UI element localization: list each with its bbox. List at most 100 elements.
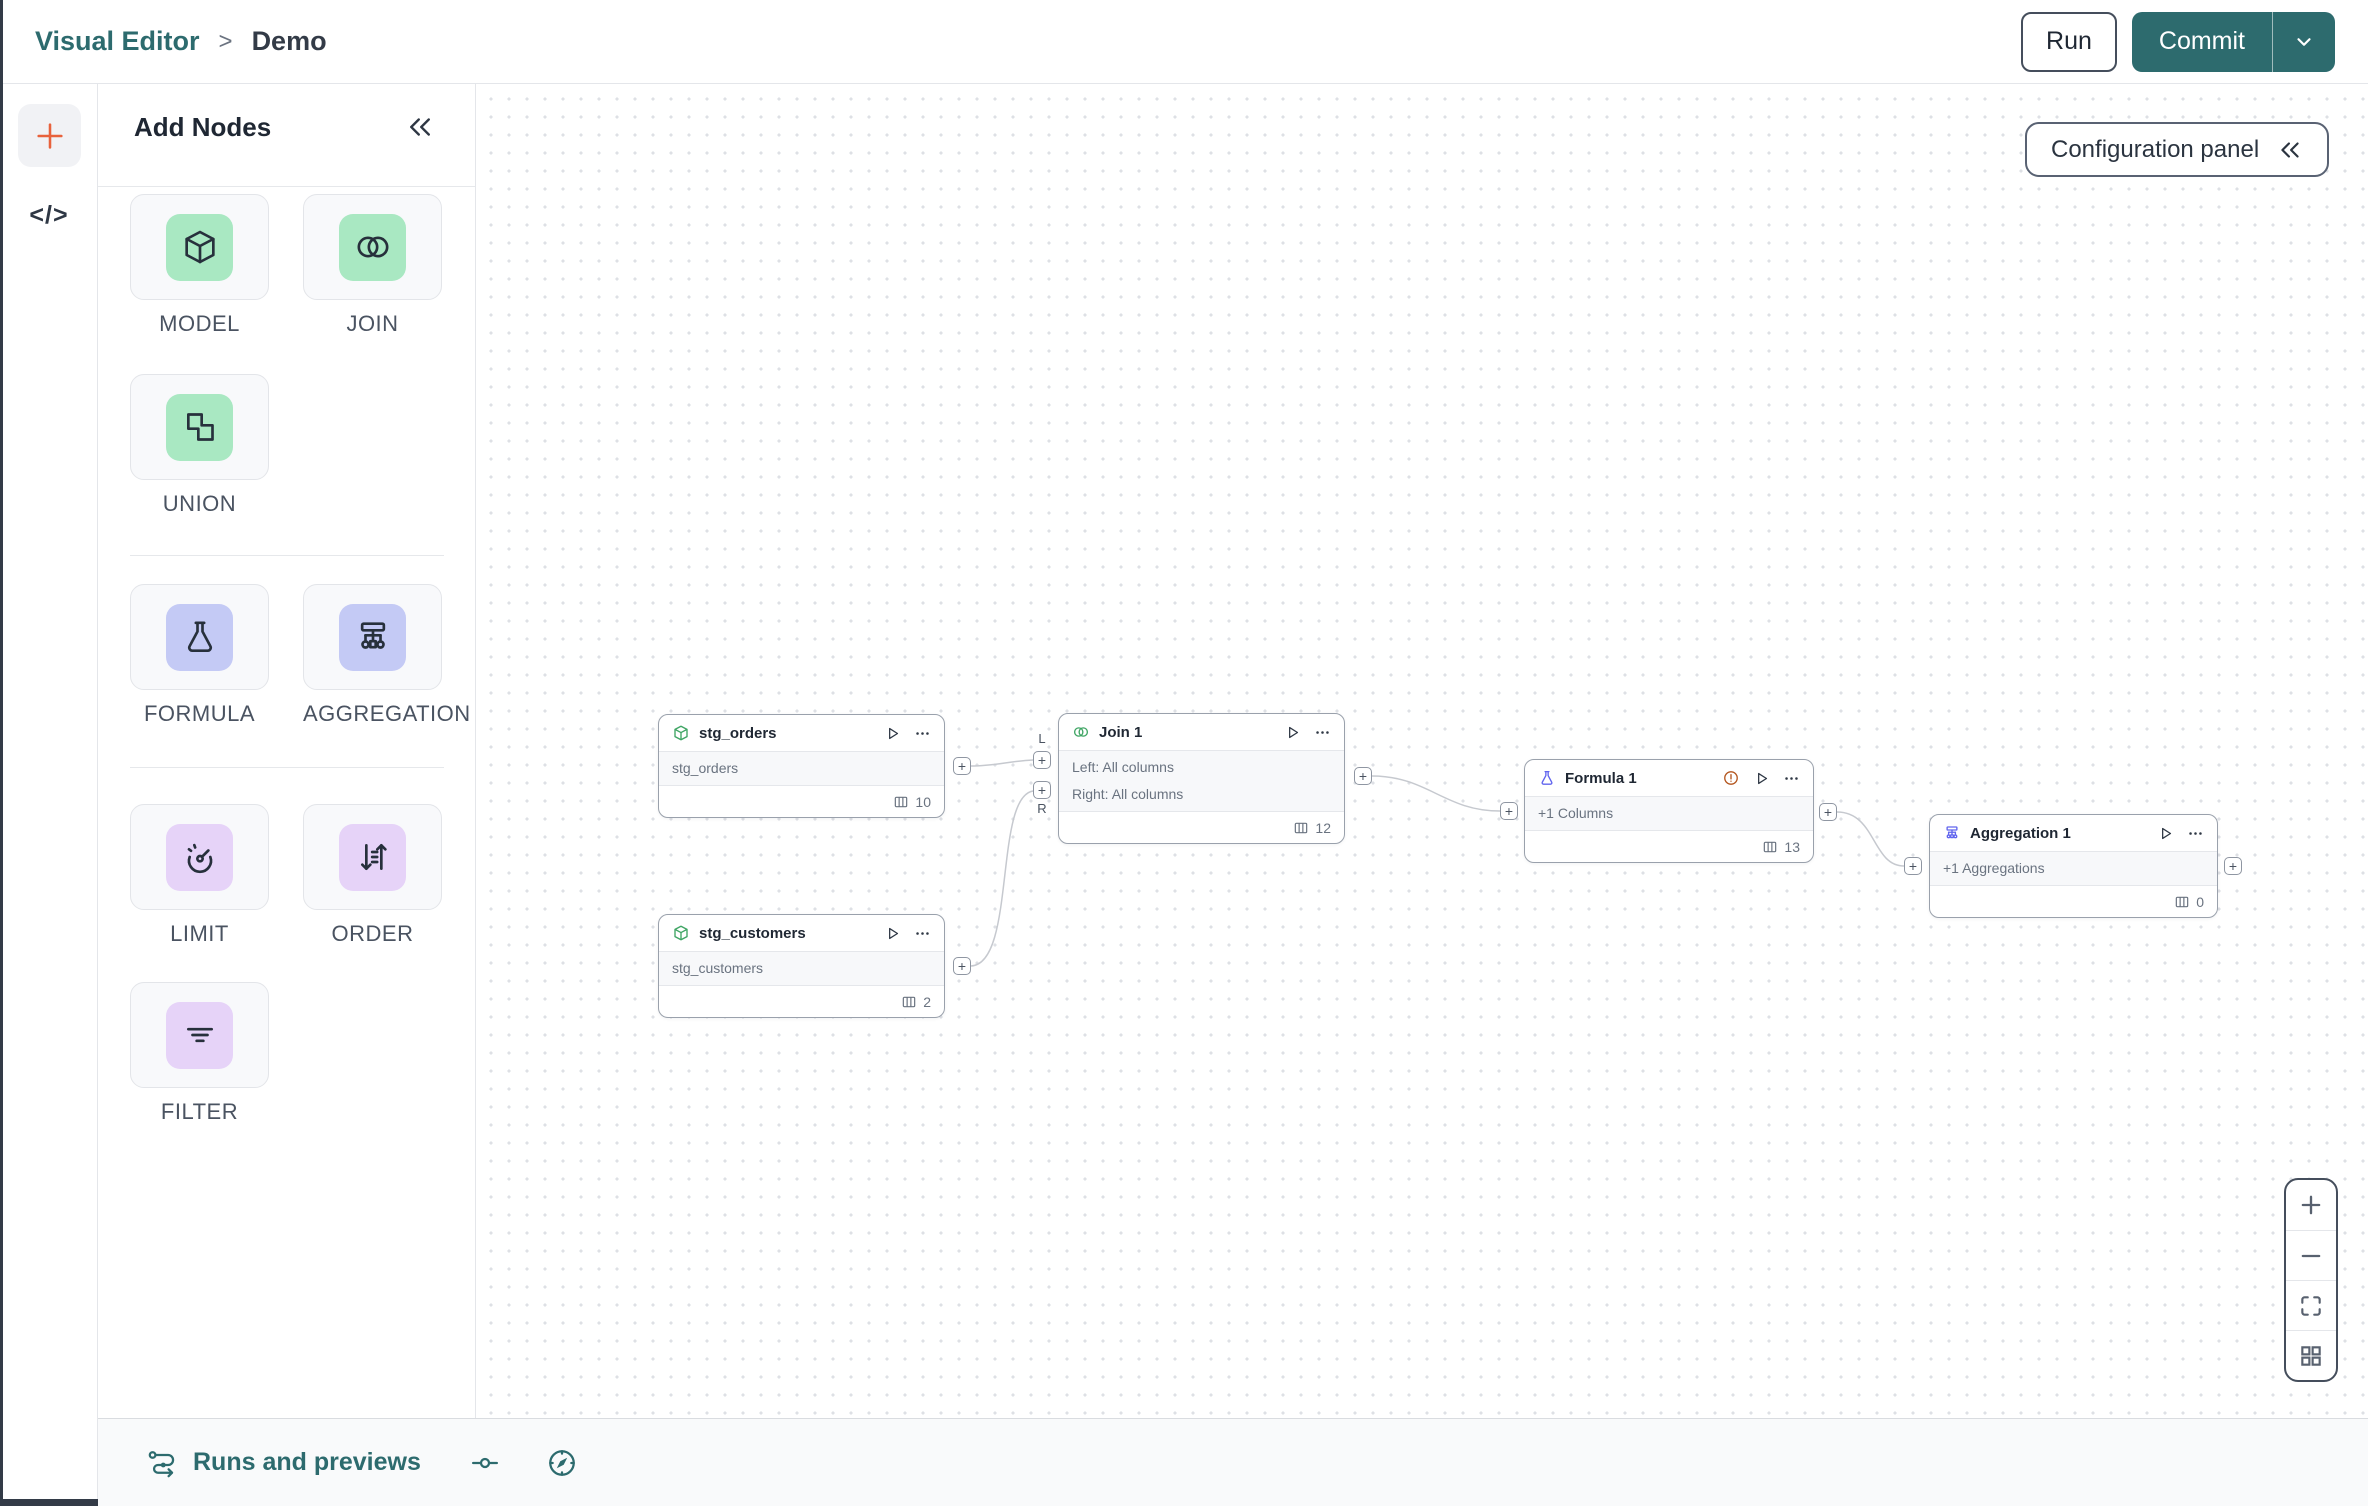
node-title: stg_customers xyxy=(699,924,806,942)
node-title: Formula 1 xyxy=(1565,769,1637,787)
more-options-icon[interactable] xyxy=(2187,825,2204,842)
sort-icon xyxy=(339,823,406,891)
run-button[interactable]: Run xyxy=(2021,11,2117,72)
zoom-out-button[interactable] xyxy=(2286,1230,2336,1280)
runs-and-previews-tab[interactable]: Runs and previews xyxy=(147,1447,421,1479)
node-footer: 13 xyxy=(1525,831,1813,862)
node-body-line: stg_orders xyxy=(672,760,739,776)
chevron-down-icon xyxy=(2297,37,2311,46)
play-icon[interactable] xyxy=(1284,724,1301,741)
node-body: +1 Columns xyxy=(1525,796,1813,831)
handle-aggregation-output[interactable]: + xyxy=(2224,857,2242,875)
git-commit-icon xyxy=(471,1457,498,1468)
window-bottom-edge xyxy=(0,1499,98,1506)
grid-icon xyxy=(2301,1345,2321,1366)
flask-icon xyxy=(166,603,233,671)
plus-icon xyxy=(2301,1195,2321,1215)
union-icon xyxy=(166,393,233,461)
code-icon: </> xyxy=(29,200,69,229)
tile-join-card xyxy=(303,194,442,300)
node-body-line: Left: All columns xyxy=(1072,759,1174,775)
handle-join-left-input[interactable]: + xyxy=(1033,751,1051,769)
handle-stg-orders-output[interactable]: + xyxy=(953,757,971,775)
explore-button[interactable] xyxy=(546,1447,578,1479)
tile-order[interactable]: ORDER xyxy=(303,804,442,947)
breadcrumb-visual-editor[interactable]: Visual Editor xyxy=(35,26,200,57)
sitemap-icon xyxy=(1946,826,1958,839)
play-icon[interactable] xyxy=(884,725,901,742)
more-options-icon[interactable] xyxy=(1314,724,1331,741)
configuration-panel-button[interactable]: Configuration panel xyxy=(2025,122,2330,177)
commit-graph-button[interactable] xyxy=(470,1448,500,1478)
tile-formula[interactable]: FORMULA xyxy=(130,584,269,727)
node-actions xyxy=(1284,724,1331,741)
node-stg-orders[interactable]: stg_orders stg_orders 10 xyxy=(658,714,945,818)
more-options-icon[interactable] xyxy=(914,725,931,742)
columns-icon xyxy=(2175,896,2189,907)
flow-canvas[interactable]: Configuration panel stg_orders stg_order… xyxy=(476,84,2368,1418)
play-icon[interactable] xyxy=(884,925,901,942)
node-stg-customers[interactable]: stg_customers stg_customers 2 xyxy=(658,914,945,1018)
commit-dropdown-button[interactable] xyxy=(2273,12,2335,72)
column-count: 0 xyxy=(2196,893,2204,910)
edge-stg-customers-to-join xyxy=(970,790,1034,967)
zoom-in-button[interactable] xyxy=(2286,1180,2336,1230)
node-footer: 2 xyxy=(659,986,944,1017)
grid-layout-button[interactable] xyxy=(2286,1330,2336,1380)
handle-aggregation-input[interactable]: + xyxy=(1904,857,1922,875)
node-actions xyxy=(2157,825,2204,842)
window-left-edge xyxy=(0,0,3,1506)
tile-model[interactable]: MODEL xyxy=(130,194,269,337)
node-header: Formula 1 xyxy=(1525,760,1813,796)
add-nodes-header: Add Nodes xyxy=(98,84,475,187)
tile-aggregation[interactable]: AGGREGATION xyxy=(303,584,470,727)
plus-icon xyxy=(36,122,63,149)
gauge-icon xyxy=(166,823,233,891)
join-right-input-label: R xyxy=(1037,801,1047,816)
flask-icon xyxy=(1541,770,1553,785)
compass-icon xyxy=(548,1449,575,1476)
handle-formula-output[interactable]: + xyxy=(1819,803,1837,821)
edge-formula-to-aggregation xyxy=(1836,811,1905,867)
node-actions xyxy=(1722,769,1800,787)
node-body: stg_customers xyxy=(659,951,944,986)
zoom-controls xyxy=(2284,1178,2338,1382)
add-node-rail-button[interactable] xyxy=(18,104,81,167)
tile-union[interactable]: UNION xyxy=(130,374,269,517)
node-body: Left: All columns Right: All columns xyxy=(1059,750,1344,812)
handle-join-output[interactable]: + xyxy=(1354,767,1372,785)
tile-join[interactable]: JOIN xyxy=(303,194,442,337)
more-options-icon[interactable] xyxy=(1783,770,1800,787)
columns-icon xyxy=(895,796,908,807)
handle-stg-customers-output[interactable]: + xyxy=(953,957,971,975)
breadcrumb-separator: > xyxy=(218,27,233,55)
code-editor-button[interactable]: </> xyxy=(0,192,98,238)
column-count: 12 xyxy=(1315,819,1331,836)
node-join-1[interactable]: Join 1 Left: All columns Right: All colu… xyxy=(1058,713,1345,844)
column-count: 2 xyxy=(923,993,931,1010)
tile-filter[interactable]: FILTER xyxy=(130,982,269,1125)
play-icon[interactable] xyxy=(2157,825,2174,842)
node-header: stg_customers xyxy=(659,915,944,951)
more-options-icon[interactable] xyxy=(914,925,931,942)
left-rail: </> xyxy=(0,84,98,1506)
tile-union-label: UNION xyxy=(162,491,237,516)
handle-formula-input[interactable]: + xyxy=(1500,802,1518,820)
columns-icon xyxy=(902,996,916,1007)
model-cube-icon xyxy=(674,925,688,941)
node-formula-1[interactable]: Formula 1 +1 Columns 13 xyxy=(1524,759,1814,863)
fit-view-button[interactable] xyxy=(2286,1280,2336,1330)
edge-stg-orders-to-join xyxy=(970,759,1034,767)
play-icon[interactable] xyxy=(1753,770,1770,787)
tile-limit[interactable]: LIMIT xyxy=(130,804,269,947)
handle-join-right-input[interactable]: + xyxy=(1033,781,1051,799)
add-nodes-title: Add Nodes xyxy=(134,112,272,142)
panel-divider xyxy=(130,555,444,556)
collapse-panel-button[interactable] xyxy=(405,112,435,147)
node-body-line: +1 Columns xyxy=(1538,805,1614,821)
commit-split-button: Commit xyxy=(2131,11,2335,72)
commit-button[interactable]: Commit xyxy=(2132,12,2272,72)
tile-model-card xyxy=(130,194,269,300)
node-aggregation-1[interactable]: Aggregation 1 +1 Aggregations 0 xyxy=(1929,814,2218,918)
warning-icon xyxy=(1724,771,1738,785)
